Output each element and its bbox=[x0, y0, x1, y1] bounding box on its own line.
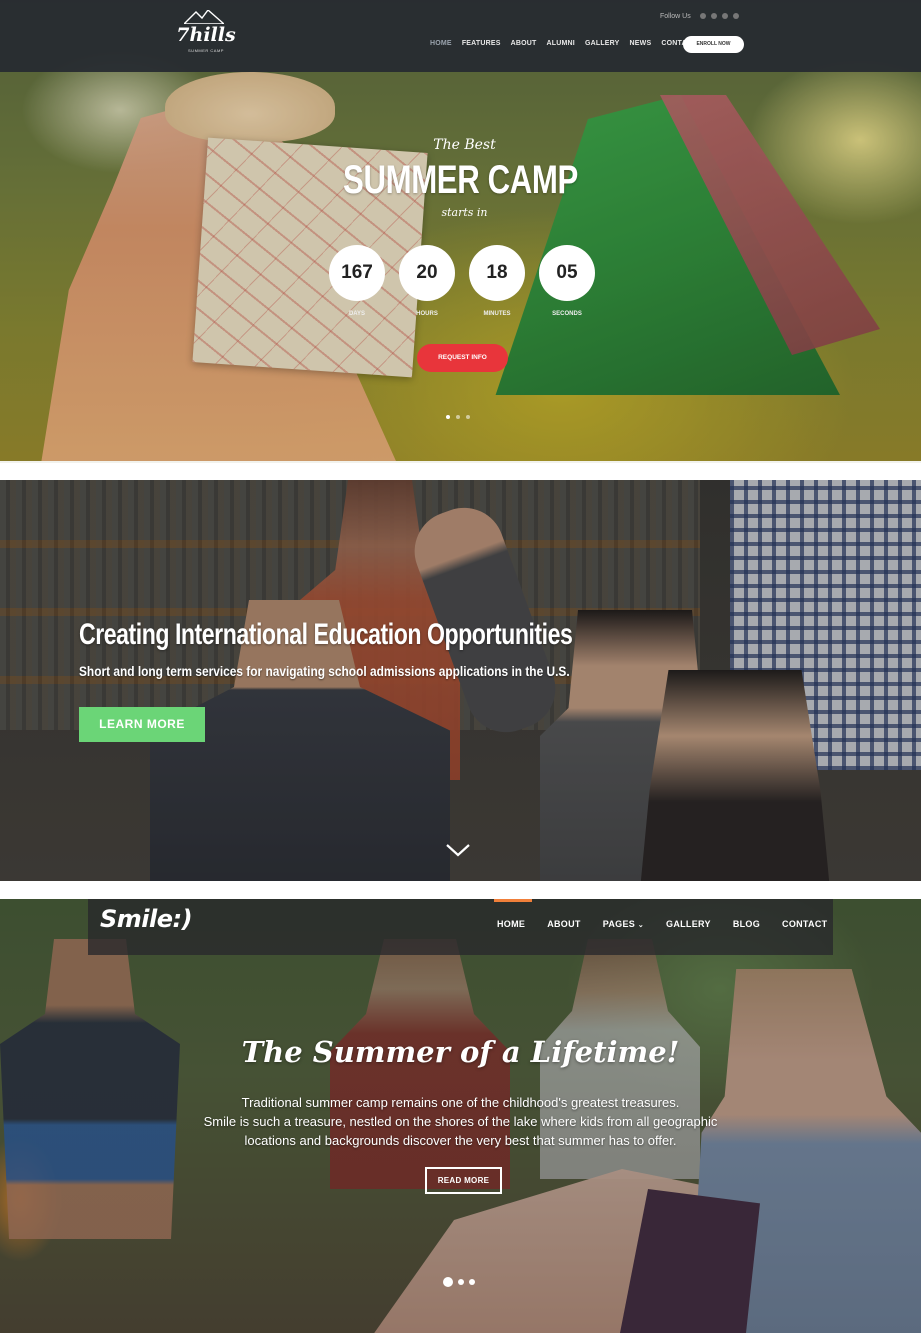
logo-tagline: SUMMER CAMP bbox=[188, 48, 224, 53]
countdown-label: MINUTES bbox=[483, 311, 511, 317]
logo-text: 7hills bbox=[176, 24, 236, 46]
countdown-hours: 20 HOURS bbox=[399, 245, 455, 317]
main-menu: HOME ABOUT PAGES ⌄ GALLERY BLOG CONTACT bbox=[497, 919, 827, 929]
main-menu: HOME FEATURES ABOUT ALUMNI GALLERY NEWS … bbox=[430, 40, 701, 47]
menu-item-about[interactable]: ABOUT bbox=[547, 919, 581, 929]
chevron-down-icon: ⌄ bbox=[637, 922, 645, 929]
menu-item-contact[interactable]: CONTACT bbox=[782, 919, 827, 929]
menu-item-about[interactable]: ABOUT bbox=[511, 40, 537, 47]
request-info-button[interactable]: REQUEST INFO bbox=[417, 344, 508, 372]
countdown-value: 20 bbox=[399, 245, 455, 301]
mountain-logo-icon bbox=[184, 10, 224, 24]
description-line: Smile is such a treasure, nestled on the… bbox=[203, 1114, 718, 1129]
slide-dot-2[interactable] bbox=[458, 1279, 464, 1285]
learn-more-button[interactable]: LEARN MORE bbox=[79, 707, 205, 742]
slide-dot-2[interactable] bbox=[456, 415, 460, 419]
menu-item-features[interactable]: FEATURES bbox=[462, 40, 501, 47]
menu-item-blog[interactable]: BLOG bbox=[733, 919, 760, 929]
hero-subtitle: starts in bbox=[441, 206, 488, 219]
countdown-days: 167 DAYS bbox=[329, 245, 385, 317]
menu-item-gallery[interactable]: GALLERY bbox=[666, 919, 711, 929]
countdown-label: SECONDS bbox=[552, 311, 582, 317]
description-line: locations and backgrounds discover the v… bbox=[244, 1133, 677, 1148]
slide-dot-3[interactable] bbox=[466, 415, 470, 419]
top-navigation-bar: Smile:) HOME ABOUT PAGES ⌄ GALLERY BLOG … bbox=[88, 899, 833, 955]
countdown-timer: 167 DAYS 20 HOURS 18 MINUTES 05 SECONDS bbox=[329, 245, 595, 317]
hero-description: Traditional summer camp remains one of t… bbox=[0, 1093, 921, 1150]
menu-item-pages[interactable]: PAGES ⌄ bbox=[603, 919, 644, 929]
pinterest-icon[interactable] bbox=[733, 13, 739, 19]
hero-heading: Creating International Education Opportu… bbox=[79, 618, 573, 651]
countdown-minutes: 18 MINUTES bbox=[469, 245, 525, 317]
slider-pagination bbox=[446, 415, 470, 419]
facebook-icon[interactable] bbox=[700, 13, 706, 19]
hero-7hills-summer-camp: 7hills SUMMER CAMP Follow Us HOME FEATUR… bbox=[0, 0, 921, 463]
menu-item-home[interactable]: HOME bbox=[497, 919, 525, 929]
slide-dot-3[interactable] bbox=[469, 1279, 475, 1285]
hero-international-education: Creating International Education Opportu… bbox=[0, 480, 921, 881]
hero-smile-summer-camp: Smile:) HOME ABOUT PAGES ⌄ GALLERY BLOG … bbox=[0, 899, 921, 1333]
enroll-now-button[interactable]: ENROLL NOW bbox=[683, 36, 744, 53]
countdown-value: 167 bbox=[329, 245, 385, 301]
menu-item-home[interactable]: HOME bbox=[430, 40, 452, 47]
section-divider bbox=[0, 461, 921, 463]
countdown-value: 05 bbox=[539, 245, 595, 301]
hero-title: SUMMER CAMP bbox=[343, 158, 578, 202]
slide-dot-1[interactable] bbox=[446, 415, 450, 419]
hero-title: The Summer of a Lifetime! bbox=[241, 1035, 680, 1069]
site-logo[interactable]: 7hills SUMMER CAMP bbox=[176, 10, 236, 58]
menu-item-news[interactable]: NEWS bbox=[630, 40, 652, 47]
active-menu-indicator bbox=[494, 899, 532, 902]
hero-pretitle: The Best bbox=[433, 137, 496, 153]
hero-subheading: Short and long term services for navigat… bbox=[79, 663, 570, 679]
twitter-icon[interactable] bbox=[722, 13, 728, 19]
site-logo[interactable]: Smile:) bbox=[100, 905, 193, 933]
countdown-label: HOURS bbox=[416, 311, 438, 317]
slider-pagination bbox=[443, 1277, 475, 1287]
countdown-label: DAYS bbox=[348, 311, 366, 317]
follow-us-label: Follow Us bbox=[660, 13, 691, 20]
countdown-seconds: 05 SECONDS bbox=[539, 245, 595, 317]
menu-item-gallery[interactable]: GALLERY bbox=[585, 40, 620, 47]
hero-overlay bbox=[0, 480, 921, 881]
description-line: Traditional summer camp remains one of t… bbox=[241, 1095, 680, 1110]
instagram-icon[interactable] bbox=[711, 13, 717, 19]
menu-item-alumni[interactable]: ALUMNI bbox=[547, 40, 575, 47]
chevron-down-icon[interactable] bbox=[445, 842, 471, 858]
top-navigation-bar: 7hills SUMMER CAMP Follow Us HOME FEATUR… bbox=[0, 0, 921, 72]
menu-item-pages-label: PAGES bbox=[602, 919, 636, 929]
countdown-value: 18 bbox=[469, 245, 525, 301]
social-links bbox=[700, 13, 739, 19]
read-more-button[interactable]: READ MORE bbox=[425, 1167, 502, 1194]
slide-dot-1[interactable] bbox=[443, 1277, 453, 1287]
